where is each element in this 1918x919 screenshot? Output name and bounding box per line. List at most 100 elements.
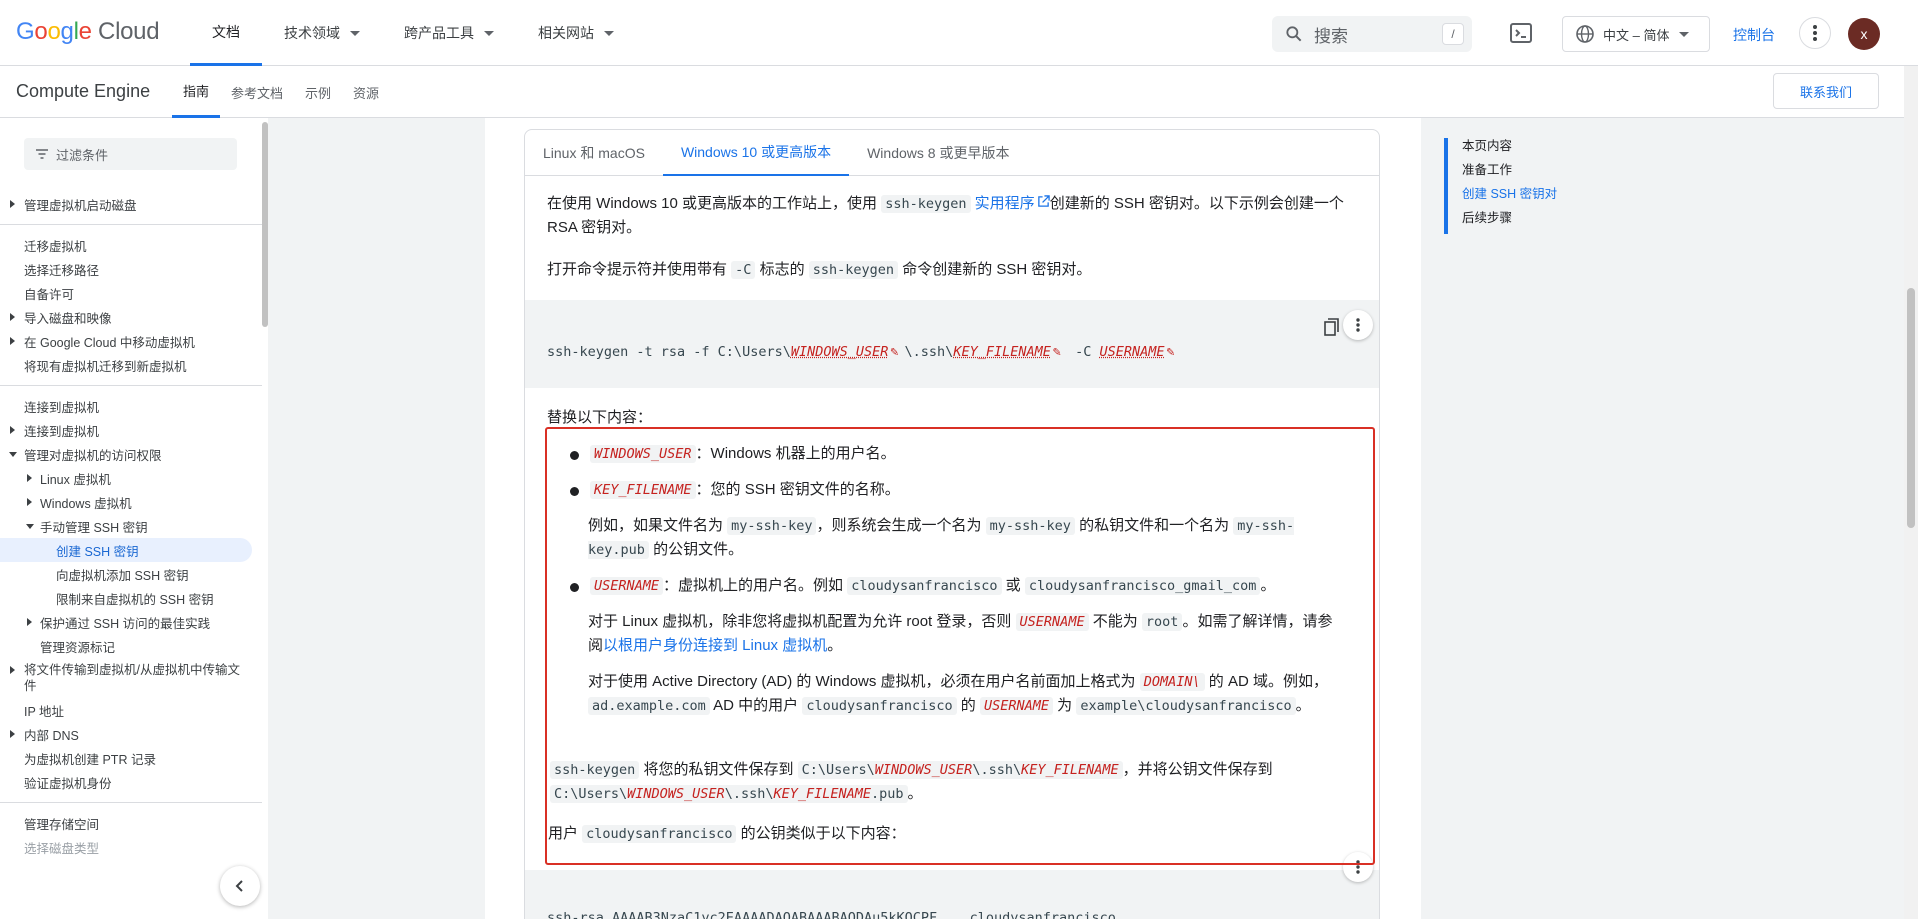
globe-icon [1576, 25, 1594, 43]
text: 在使用 Windows 10 或更高版本的工作站上，使用 [547, 195, 882, 212]
collapse-sidebar-button[interactable] [220, 866, 260, 906]
page-scrollbar[interactable] [1904, 66, 1918, 919]
sidebar-item[interactable]: 为虚拟机创建 PTR 记录 [0, 746, 258, 770]
sidebar-item[interactable]: 手动管理 SSH 密钥 [0, 514, 258, 538]
sidebar-item[interactable]: 选择磁盘类型 [0, 835, 258, 859]
toc-item[interactable]: 准备工作 [1448, 162, 1594, 186]
tab-guides[interactable]: 指南 [172, 66, 221, 118]
editable-variable[interactable]: WINDOWS_USER [791, 344, 889, 360]
search-box[interactable]: 搜索 / [1272, 16, 1472, 52]
nav-tech-areas[interactable]: 技术领域 [262, 0, 382, 66]
cloud-shell-icon[interactable] [1507, 19, 1535, 47]
sidebar-scrollbar[interactable] [262, 122, 268, 327]
chevron-left-icon [235, 880, 243, 892]
chevron-right-icon [10, 730, 15, 738]
nav-label: 技术领域 [284, 25, 340, 41]
contact-us-button[interactable]: 联系我们 [1773, 73, 1879, 109]
tab-label: 参考文档 [231, 85, 284, 101]
toc-item-current[interactable]: 创建 SSH 密钥对 [1448, 186, 1594, 210]
left-sidebar: 过滤条件 管理虚拟机启动磁盘 迁移虚拟机 选择迁移路径 自备许可 导入磁盘和映像… [0, 118, 268, 919]
nav-cross-product-tools[interactable]: 跨产品工具 [382, 0, 516, 66]
sidebar-item[interactable]: 保护通过 SSH 访问的最佳实践 [0, 610, 258, 634]
sidebar-item[interactable]: 在 Google Cloud 中移动虚拟机 [0, 329, 258, 353]
inline-code: ssh-keygen [881, 195, 971, 213]
sidebar-item-label: IP 地址 [24, 704, 65, 719]
sidebar-item-label: 自备许可 [24, 287, 75, 302]
chevron-right-icon [27, 474, 32, 482]
sidebar-item[interactable]: Linux 虚拟机 [0, 466, 258, 490]
external-link-icon [1037, 195, 1050, 207]
text: 标志的 [755, 261, 809, 278]
code-line[interactable]: ssh-keygen -t rsa -f C:\Users\WINDOWS_US… [547, 344, 1181, 360]
sidebar-item[interactable]: IP 地址 [0, 698, 258, 722]
scrollbar-thumb[interactable] [1907, 288, 1915, 528]
chevron-down-icon [9, 451, 17, 457]
top-nav: 文档 技术领域 跨产品工具 相关网站 [190, 0, 636, 66]
edit-pencil-icon[interactable]: ✎ [1053, 344, 1061, 360]
sidebar-item[interactable]: 导入磁盘和映像 [0, 305, 258, 329]
utility-link[interactable]: 实用程序 [975, 195, 1050, 212]
console-link[interactable]: 控制台 [1733, 25, 1775, 45]
sidebar-item[interactable]: 管理存储空间 [0, 811, 258, 835]
search-input[interactable]: 搜索 [1314, 22, 1442, 47]
sidebar-item-label: 导入磁盘和映像 [24, 311, 112, 326]
google-cloud-logo[interactable]: Google Cloud [16, 18, 160, 46]
editable-variable[interactable]: USERNAME [1100, 344, 1165, 360]
product-title[interactable]: Compute Engine [16, 81, 150, 102]
code-menu-button[interactable] [1343, 310, 1373, 340]
sidebar-item[interactable]: Windows 虚拟机 [0, 490, 258, 514]
sidebar-item[interactable]: 限制来自虚拟机的 SSH 密钥 [0, 586, 258, 610]
link-text: 实用程序 [974, 195, 1035, 212]
logo-cloud-text: Cloud [98, 18, 160, 45]
toc-heading: 本页内容 [1462, 139, 1513, 153]
sidebar-item[interactable]: 连接到虚拟机 [0, 418, 258, 442]
sidebar-item[interactable]: 管理虚拟机启动磁盘 [0, 192, 258, 216]
tab-windows-10[interactable]: Windows 10 或更高版本 [662, 130, 850, 176]
chevron-right-icon [10, 426, 15, 434]
more-options-button[interactable] [1799, 17, 1831, 49]
nav-docs[interactable]: 文档 [190, 0, 262, 66]
tab-reference[interactable]: 参考文档 [220, 66, 294, 118]
chevron-down-icon [1679, 31, 1690, 37]
sidebar-item[interactable]: 管理对虚拟机的访问权限 [0, 442, 258, 466]
toc-item[interactable]: 后续步骤 [1448, 210, 1594, 234]
sidebar-item[interactable]: 向虚拟机添加 SSH 密钥 [0, 562, 258, 586]
sidebar-item[interactable]: 选择迁移路径 [0, 257, 258, 281]
nav-label: 跨产品工具 [404, 25, 474, 41]
tab-linux-macos[interactable]: Linux 和 macOS [525, 130, 663, 176]
code-line[interactable]: ssh-rsa AAAAB3NzaC1yc2EAAAADAQABAAABAQDA… [547, 910, 1116, 919]
inline-code: ssh-keygen [808, 261, 899, 279]
sidebar-item-label: 为虚拟机创建 PTR 记录 [24, 752, 156, 767]
tab-samples[interactable]: 示例 [294, 66, 342, 118]
code-text: ssh-keygen -t rsa -f C:\Users\ [547, 344, 791, 360]
text: 命令创建新的 SSH 密钥对。 [898, 261, 1092, 278]
edit-pencil-icon[interactable]: ✎ [1167, 344, 1175, 360]
tab-resources[interactable]: 资源 [342, 66, 390, 118]
language-label: 中文 – 简体 [1603, 27, 1670, 43]
edit-pencil-icon[interactable]: ✎ [890, 344, 898, 360]
sidebar-item-label: 限制来自虚拟机的 SSH 密钥 [56, 592, 214, 607]
top-bar: Google Cloud 文档 技术领域 跨产品工具 相关网站 搜索 / 中文 … [0, 0, 1918, 66]
editable-variable[interactable]: KEY_FILENAME [953, 344, 1051, 360]
inline-code: -C [731, 261, 756, 279]
sidebar-item[interactable]: 将现有虚拟机迁移到新虚拟机 [0, 353, 258, 377]
sidebar-item[interactable]: 验证虚拟机身份 [0, 770, 258, 794]
nav-related-sites[interactable]: 相关网站 [516, 0, 636, 66]
more-vert-icon [1356, 318, 1360, 332]
chevron-right-icon [27, 618, 32, 626]
sidebar-item-label: Linux 虚拟机 [40, 472, 111, 487]
sidebar-item[interactable]: 连接到虚拟机 [0, 394, 258, 418]
sidebar-item-active[interactable]: 创建 SSH 密钥 [0, 538, 252, 562]
sidebar-item-label: 管理对虚拟机的访问权限 [24, 448, 162, 463]
sidebar-item[interactable]: 管理资源标记 [0, 634, 258, 658]
sidebar-item[interactable]: 迁移虚拟机 [0, 233, 258, 257]
tab-windows-8[interactable]: Windows 8 或更早版本 [849, 130, 1027, 176]
language-select[interactable]: 中文 – 简体 [1562, 16, 1710, 52]
sidebar-item[interactable]: 内部 DNS [0, 722, 258, 746]
sidebar-item-label: 保护通过 SSH 访问的最佳实践 [40, 616, 211, 631]
filter-input[interactable]: 过滤条件 [24, 138, 237, 170]
sidebar-item[interactable]: 将文件传输到虚拟机/从虚拟机中传输文件 [0, 658, 258, 698]
sidebar-item[interactable]: 自备许可 [0, 281, 258, 305]
avatar[interactable]: x [1848, 18, 1880, 50]
sidebar-item-label: 管理存储空间 [24, 817, 100, 832]
